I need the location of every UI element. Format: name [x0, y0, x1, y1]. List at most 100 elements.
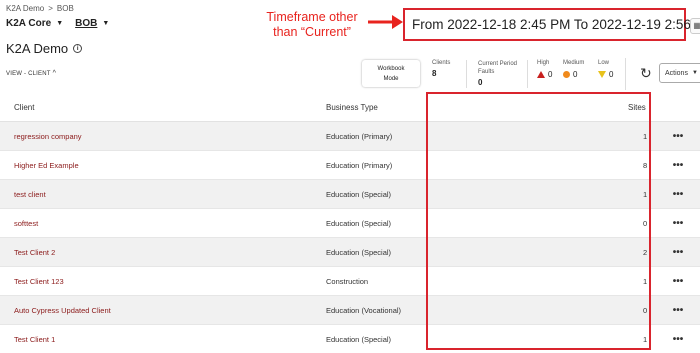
timeframe-text: From 2022-12-18 2:45 PM To 2022-12-19 2:…	[412, 17, 700, 32]
actions-dropdown[interactable]: Actions ▼	[659, 63, 700, 83]
business-type-cell: Education (Primary)	[326, 131, 393, 141]
severity-low-value: 0	[609, 70, 614, 79]
column-header-sites[interactable]: Sites	[526, 103, 656, 112]
sites-count-cell: 1	[643, 131, 648, 141]
breadcrumb: K2A Demo > BOB	[6, 4, 74, 13]
timeframe-display[interactable]: From 2022-12-18 2:45 PM To 2022-12-19 2:…	[403, 8, 700, 41]
severity-low[interactable]: Low 0	[598, 60, 613, 79]
row-more-icon[interactable]: •••	[656, 305, 700, 316]
clients-table: Client Business Type Sites regression co…	[0, 93, 700, 353]
view-client-label: VIEW - CLIENT	[6, 70, 51, 77]
caret-down-icon: ▼	[56, 20, 64, 27]
page-title-text: K2A Demo	[6, 41, 69, 56]
info-icon[interactable]: i	[73, 44, 83, 53]
chevron-down-icon: ▼	[691, 70, 698, 76]
faults-stat-label-line2: Faults	[478, 69, 495, 75]
table-row[interactable]: regression company Education (Primary) 1 ••…	[0, 122, 700, 151]
workbook-label-line1: Workbook	[377, 66, 405, 72]
user-selector[interactable]: BOB ▼	[75, 18, 109, 29]
row-more-icon[interactable]: •••	[656, 247, 700, 258]
table-row[interactable]: Higher Ed Example Education (Primary) 8 •••	[0, 151, 700, 180]
divider	[466, 60, 467, 88]
business-type-cell: Education (Special)	[326, 247, 392, 257]
clients-stat: Clients 8	[432, 60, 450, 78]
table-row[interactable]: Test Client 123 Construction 1 •••	[0, 267, 700, 296]
sites-count-cell: 2	[643, 247, 648, 257]
table-row[interactable]: test client Education (Special) 1 •••	[0, 180, 700, 209]
table-row[interactable]: Auto Cypress Updated Client Education (Vo…	[0, 296, 700, 325]
column-header-business-type[interactable]: Business Type	[326, 103, 526, 112]
caret-down-icon: ▼	[102, 20, 110, 27]
scope-selectors: K2A Core ▼ BOB ▼	[6, 18, 109, 29]
sites-count-cell: 0	[643, 305, 648, 315]
org-selector-value: K2A Core	[6, 18, 52, 29]
row-more-icon[interactable]: •••	[656, 334, 700, 345]
warning-triangle-icon	[537, 71, 545, 78]
clients-stat-value: 8	[432, 69, 437, 78]
annotation-arrow-icon	[368, 15, 403, 29]
row-more-icon[interactable]: •••	[656, 189, 700, 200]
business-type-cell: Education (Special)	[326, 189, 392, 199]
severity-medium-value: 0	[573, 70, 578, 79]
annotation-line-1: Timeframe other	[266, 10, 358, 24]
divider	[527, 60, 528, 88]
workbook-label-line2: Mode	[383, 76, 399, 82]
annotation-line-2: than “Current”	[273, 25, 351, 39]
page-title: K2A Demo i	[6, 41, 83, 56]
business-type-cell: Education (Primary)	[326, 160, 393, 170]
row-more-icon[interactable]: •••	[656, 276, 700, 287]
divider	[625, 58, 626, 90]
refresh-icon[interactable]: ↻	[640, 65, 652, 82]
client-name-link[interactable]: Test Client 123	[0, 277, 326, 286]
breadcrumb-item-org[interactable]: K2A Demo	[6, 4, 44, 13]
sites-count-cell: 1	[643, 276, 648, 286]
table-row[interactable]: Test Client 1 Education (Special) 1 •••	[0, 325, 700, 353]
breadcrumb-separator: >	[48, 4, 53, 13]
clients-stat-label: Clients	[432, 60, 451, 66]
client-name-link[interactable]: softtest	[0, 219, 326, 228]
row-more-icon[interactable]: •••	[656, 131, 700, 142]
severity-high-label: High	[537, 60, 550, 66]
user-selector-value: BOB	[75, 18, 98, 29]
breadcrumb-item-user[interactable]: BOB	[57, 4, 74, 13]
client-name-link[interactable]: test client	[0, 190, 326, 199]
sites-count-cell: 8	[643, 160, 648, 170]
table-row[interactable]: softtest Education (Special) 0 •••	[0, 209, 700, 238]
severity-medium-label: Medium	[563, 60, 585, 66]
faults-stat: Current Period Faults 0	[478, 60, 517, 87]
business-type-cell: Education (Special)	[326, 334, 392, 344]
faults-stat-value: 0	[478, 78, 483, 87]
client-name-link[interactable]: Higher Ed Example	[0, 161, 326, 170]
down-triangle-icon	[598, 71, 606, 78]
row-more-icon[interactable]: •••	[656, 160, 700, 171]
client-name-link[interactable]: regression company	[0, 132, 326, 141]
severity-high-value: 0	[548, 70, 553, 79]
chevron-up-icon: ^	[52, 70, 57, 77]
table-row[interactable]: Test Client 2 Education (Special) 2 •••	[0, 238, 700, 267]
circle-icon	[563, 71, 570, 78]
faults-stat-label-line1: Current Period	[478, 61, 518, 67]
business-type-cell: Education (Special)	[326, 218, 392, 228]
severity-low-label: Low	[598, 60, 610, 66]
calendar-button[interactable]: ▦	[690, 18, 700, 34]
client-name-link[interactable]: Auto Cypress Updated Client	[0, 306, 326, 315]
timeframe-annotation: Timeframe other than “Current”	[258, 10, 366, 40]
table-header: Client Business Type Sites	[0, 93, 700, 122]
client-name-link[interactable]: Test Client 2	[0, 248, 326, 257]
severity-medium[interactable]: Medium 0	[563, 60, 584, 79]
table-body: regression company Education (Primary) 1 ••…	[0, 122, 700, 353]
sites-count-cell: 1	[643, 334, 648, 344]
client-name-link[interactable]: Test Client 1	[0, 335, 326, 344]
sites-count-cell: 0	[643, 218, 648, 228]
column-header-client[interactable]: Client	[0, 103, 326, 112]
business-type-cell: Construction	[326, 276, 369, 286]
workbook-mode-button[interactable]: Workbook Mode	[362, 60, 420, 87]
calendar-icon: ▦	[693, 21, 700, 30]
severity-high[interactable]: High 0	[537, 60, 552, 79]
org-selector[interactable]: K2A Core ▼	[6, 18, 63, 29]
sites-count-cell: 1	[643, 189, 648, 199]
row-more-icon[interactable]: •••	[656, 218, 700, 229]
view-client-toggle[interactable]: VIEW - CLIENT ^	[6, 70, 56, 77]
actions-label: Actions	[665, 69, 688, 77]
business-type-cell: Education (Vocational)	[326, 305, 402, 315]
